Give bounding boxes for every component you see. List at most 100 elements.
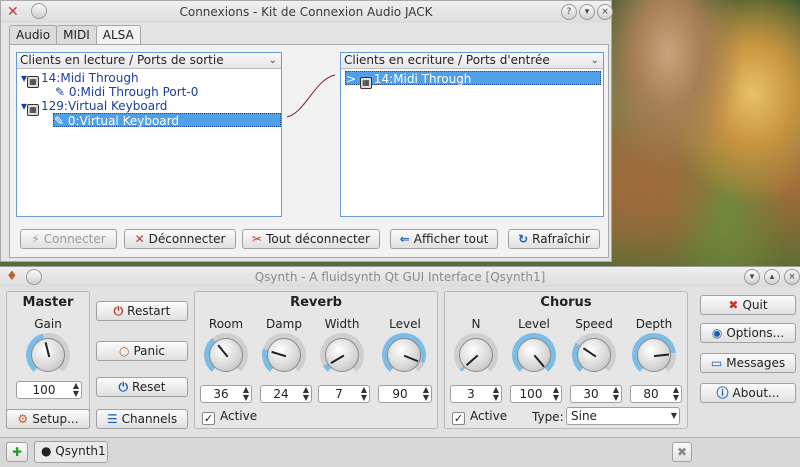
reverb-active-checkbox[interactable]: ✓ Active bbox=[202, 409, 257, 425]
channels-button[interactable]: ☰ Channels bbox=[96, 409, 188, 429]
options-button[interactable]: ◉ Options... bbox=[700, 323, 796, 343]
knob-face bbox=[325, 338, 359, 372]
reverb-level-value: 90 bbox=[392, 387, 408, 401]
reverb-level-label: Level bbox=[389, 317, 421, 331]
help-icon[interactable]: ? bbox=[561, 4, 577, 20]
tree-node-midi-through-input[interactable]: > ▦ 14:Midi Through bbox=[345, 71, 601, 89]
connect-label: Connecter bbox=[43, 232, 106, 246]
readable-clients-header[interactable]: Clients en lecture / Ports de sortie ⌄ bbox=[17, 53, 281, 69]
tab-audio[interactable]: Audio bbox=[9, 25, 58, 45]
knob-face bbox=[387, 338, 421, 372]
reset-icon: ⏻ bbox=[118, 380, 128, 394]
damp-knob[interactable] bbox=[262, 333, 306, 377]
tab-midi[interactable]: MIDI bbox=[56, 25, 97, 45]
chorus-level-knob[interactable] bbox=[512, 333, 556, 377]
chevron-down-icon: ▼ bbox=[670, 411, 677, 420]
panic-label: Panic bbox=[133, 344, 166, 358]
messages-icon: ▭ bbox=[710, 356, 723, 370]
width-spinbox[interactable]: 7 ▲ ▼ bbox=[318, 385, 370, 403]
about-button[interactable]: ⓘ About... bbox=[700, 383, 796, 403]
spin-arrows-icon[interactable]: ▲ ▼ bbox=[243, 386, 249, 402]
arrow-left-icon: ⇐ bbox=[399, 232, 410, 246]
spin-arrows-icon[interactable]: ▲ ▼ bbox=[361, 386, 367, 402]
messages-button[interactable]: ▭ Messages bbox=[700, 353, 796, 373]
spin-arrows-icon[interactable]: ▲ ▼ bbox=[493, 386, 499, 402]
tree-node-label: 129:Virtual Keyboard bbox=[41, 99, 168, 113]
qsynth-titlebar[interactable]: ♦ Qsynth - A fluidsynth Qt GUI Interface… bbox=[0, 267, 800, 287]
engine-tab-label: Qsynth1 bbox=[55, 444, 106, 458]
connect-button[interactable]: ⚡ Connecter bbox=[20, 229, 117, 249]
gain-knob[interactable] bbox=[26, 333, 70, 377]
spin-arrows-icon[interactable]: ▲ ▼ bbox=[553, 386, 559, 402]
depth-knob[interactable] bbox=[632, 333, 676, 377]
messages-label: Messages bbox=[726, 356, 786, 370]
tree-node-virtual-keyboard-port[interactable]: ✎ 0:Virtual Keyboard bbox=[53, 113, 281, 128]
expand-icon[interactable]: > bbox=[346, 72, 360, 86]
setup-label: Setup... bbox=[32, 412, 79, 426]
setup-button[interactable]: ⚙ Setup... bbox=[6, 409, 90, 429]
client-icon: ▦ bbox=[27, 104, 40, 116]
depth-spinbox[interactable]: 80 ▲ ▼ bbox=[630, 385, 682, 403]
setup-icon: ⚙ bbox=[17, 412, 29, 426]
chorus-type-value: Sine bbox=[571, 409, 597, 423]
width-value: 7 bbox=[335, 387, 343, 401]
disconnect-button[interactable]: ✕ Déconnecter bbox=[124, 229, 236, 249]
n-spinbox[interactable]: 3 ▲ ▼ bbox=[450, 385, 502, 403]
refresh-button[interactable]: ↻ Rafraîchir bbox=[508, 229, 600, 249]
reverb-level-knob[interactable] bbox=[382, 333, 426, 377]
connection-lines bbox=[286, 74, 336, 118]
spin-arrows-icon[interactable]: ▲ ▼ bbox=[673, 386, 679, 402]
knob-face bbox=[637, 338, 671, 372]
tree-node-midi-through[interactable]: ▾ ▦ 14:Midi Through bbox=[21, 71, 139, 88]
room-value: 36 bbox=[213, 387, 229, 401]
show-all-button[interactable]: ⇐ Afficher tout bbox=[390, 229, 498, 249]
connections-titlebar[interactable]: ✕ Connexions - Kit de Connexion Audio JA… bbox=[1, 1, 613, 23]
writable-clients-tree[interactable]: Clients en ecriture / Ports d'entrée ⌄ > … bbox=[340, 52, 604, 217]
speed-spinbox[interactable]: 30 ▲ ▼ bbox=[570, 385, 622, 403]
maximize-icon[interactable]: ▴ bbox=[764, 269, 780, 285]
knob-needle bbox=[44, 342, 51, 358]
tab-alsa[interactable]: ALSA bbox=[95, 25, 141, 46]
gain-spinbox[interactable]: 100 ▲ ▼ bbox=[16, 381, 82, 399]
restart-button[interactable]: ⏻ Restart bbox=[96, 301, 188, 321]
chorus-level-spinbox[interactable]: 100 ▲ ▼ bbox=[510, 385, 562, 403]
chorus-type-select[interactable]: Sine ▼ bbox=[566, 407, 680, 425]
room-knob[interactable] bbox=[204, 333, 248, 377]
close-icon[interactable]: × bbox=[597, 4, 613, 20]
chevron-down-icon: ⌄ bbox=[268, 55, 277, 66]
speed-knob[interactable] bbox=[572, 333, 616, 377]
add-engine-icon[interactable]: ✚ bbox=[6, 442, 28, 462]
quit-label: Quit bbox=[742, 298, 768, 312]
chorus-active-checkbox[interactable]: ✓ Active bbox=[452, 409, 507, 425]
minimize-icon[interactable]: ▾ bbox=[744, 269, 760, 285]
room-spinbox[interactable]: 36 ▲ ▼ bbox=[200, 385, 252, 403]
engine-status-icon: ● bbox=[41, 444, 56, 458]
reset-button[interactable]: ⏻ Reset bbox=[96, 377, 188, 397]
tree-node-virtual-keyboard[interactable]: ▾ ▦ 129:Virtual Keyboard bbox=[21, 99, 168, 116]
tree-node-midi-through-port[interactable]: ✎ 0:Midi Through Port-0 bbox=[55, 85, 198, 99]
reverb-level-spinbox[interactable]: 90 ▲ ▼ bbox=[378, 385, 432, 403]
quit-button[interactable]: ✖ Quit bbox=[700, 295, 796, 315]
remove-engine-icon[interactable]: ✖ bbox=[672, 442, 692, 462]
disconnect-all-button[interactable]: ✂ Tout déconnecter bbox=[242, 229, 380, 249]
n-knob[interactable] bbox=[454, 333, 498, 377]
panic-button[interactable]: ○ Panic bbox=[96, 341, 188, 361]
minimize-icon[interactable]: ▾ bbox=[579, 4, 595, 20]
width-label: Width bbox=[324, 317, 360, 331]
show-all-label: Afficher tout bbox=[413, 232, 489, 246]
readable-clients-tree[interactable]: Clients en lecture / Ports de sortie ⌄ ▾ ▦… bbox=[16, 52, 282, 217]
damp-spinbox[interactable]: 24 ▲ ▼ bbox=[260, 385, 312, 403]
port-plug-icon: ✎ bbox=[55, 85, 69, 99]
engine-tab-qsynth1[interactable]: ● Qsynth1 bbox=[34, 441, 108, 463]
spin-arrows-icon[interactable]: ▲ ▼ bbox=[303, 386, 309, 402]
spin-arrows-icon[interactable]: ▲ ▼ bbox=[613, 386, 619, 402]
spin-arrows-icon[interactable]: ▲ ▼ bbox=[423, 386, 429, 402]
close-icon[interactable]: × bbox=[784, 269, 800, 285]
disconnect-all-label: Tout déconnecter bbox=[266, 232, 370, 246]
width-knob[interactable] bbox=[320, 333, 364, 377]
connections-window: ✕ Connexions - Kit de Connexion Audio JA… bbox=[0, 0, 613, 262]
writable-clients-header[interactable]: Clients en ecriture / Ports d'entrée ⌄ bbox=[341, 53, 603, 69]
refresh-icon: ↻ bbox=[518, 232, 529, 246]
spin-arrows-icon[interactable]: ▲ ▼ bbox=[73, 382, 79, 398]
knob-face bbox=[459, 338, 493, 372]
